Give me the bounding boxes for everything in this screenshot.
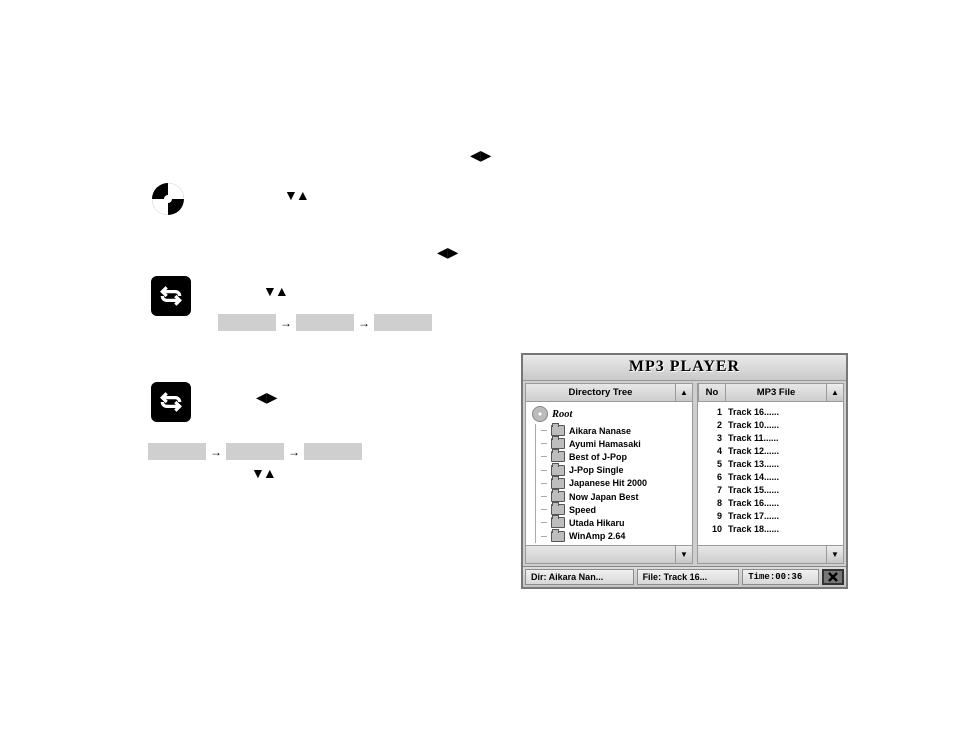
column-file-header: MP3 File bbox=[726, 384, 826, 401]
chip bbox=[374, 314, 432, 331]
track-no: 8 bbox=[700, 498, 728, 508]
folder-icon bbox=[551, 438, 565, 449]
track-row[interactable]: 1Track 16...... bbox=[700, 405, 839, 418]
track-no: 7 bbox=[700, 485, 728, 495]
folder-icon bbox=[551, 531, 565, 542]
track-name: Track 18...... bbox=[728, 524, 839, 534]
tree-item-label: Speed bbox=[569, 505, 596, 515]
status-file: File: Track 16... bbox=[637, 569, 740, 585]
track-no: 10 bbox=[700, 524, 728, 534]
track-no: 2 bbox=[700, 420, 728, 430]
track-no: 4 bbox=[700, 446, 728, 456]
folder-icon bbox=[551, 517, 565, 528]
scroll-down-button[interactable]: ▼ bbox=[826, 546, 843, 563]
tree-root-label: Root bbox=[552, 409, 572, 420]
track-row[interactable]: 3Track 11...... bbox=[700, 431, 839, 444]
down-up-glyph: ▼▲ bbox=[263, 283, 287, 299]
sequence-chips: → → bbox=[148, 443, 362, 460]
track-name: Track 15...... bbox=[728, 485, 839, 495]
tree-item[interactable]: J-Pop Single bbox=[542, 464, 690, 477]
tree-item[interactable]: Japanese Hit 2000 bbox=[542, 477, 690, 490]
tree-root[interactable]: Root bbox=[532, 406, 690, 422]
tree-item[interactable]: Best of J-Pop bbox=[542, 450, 690, 463]
arrow-right-icon: → bbox=[288, 445, 300, 459]
cd-root-icon bbox=[532, 406, 548, 422]
tree-item-label: Japanese Hit 2000 bbox=[569, 478, 647, 488]
scroll-up-button[interactable]: ▲ bbox=[826, 384, 843, 401]
left-right-glyph: ◀ ▶ bbox=[437, 244, 456, 261]
track-row[interactable]: 10Track 18...... bbox=[700, 522, 839, 535]
track-row[interactable]: 7Track 15...... bbox=[700, 483, 839, 496]
chip bbox=[226, 443, 284, 460]
tree-item-label: WinAmp 2.64 bbox=[569, 531, 625, 541]
track-name: Track 14...... bbox=[728, 472, 839, 482]
track-name: Track 10...... bbox=[728, 420, 839, 430]
left-right-glyph: ◀ ▶ bbox=[256, 389, 275, 406]
tree-item-label: Utada Hikaru bbox=[569, 518, 625, 528]
directory-tree-header: Directory Tree bbox=[526, 384, 675, 401]
tree-item-label: J-Pop Single bbox=[569, 465, 624, 475]
tree-item[interactable]: Now Japan Best bbox=[542, 490, 690, 503]
scroll-down-button[interactable]: ▼ bbox=[675, 546, 692, 563]
folder-icon bbox=[551, 504, 565, 515]
directory-tree-body[interactable]: Root Aikara Nanase Ayumi Hamasaki Best of … bbox=[526, 402, 692, 545]
track-name: Track 12...... bbox=[728, 446, 839, 456]
repeat-all-icon bbox=[151, 276, 191, 316]
track-no: 9 bbox=[700, 511, 728, 521]
track-row[interactable]: 6Track 14...... bbox=[700, 470, 839, 483]
folder-icon bbox=[551, 465, 565, 476]
tree-item-label: Ayumi Hamasaki bbox=[569, 439, 641, 449]
track-row[interactable]: 9Track 17...... bbox=[700, 509, 839, 522]
left-right-glyph: ◀ ▶ bbox=[470, 147, 489, 164]
status-bar: Dir: Aikara Nan... File: Track 16... Tim… bbox=[523, 566, 846, 587]
tree-item[interactable]: Ayumi Hamasaki bbox=[542, 437, 690, 450]
tree-item[interactable]: Utada Hikaru bbox=[542, 516, 690, 529]
tree-item-label: Now Japan Best bbox=[569, 492, 639, 502]
arrow-right-icon: → bbox=[280, 316, 292, 330]
directory-tree-pane: Directory Tree ▲ Root Aikara Nanase Ayumi… bbox=[525, 383, 693, 564]
track-no: 3 bbox=[700, 433, 728, 443]
close-button[interactable] bbox=[822, 569, 844, 585]
mp3-player-window: MP3 PLAYER Directory Tree ▲ Root Aikara … bbox=[521, 353, 848, 589]
track-no: 5 bbox=[700, 459, 728, 469]
track-list-pane: No MP3 File ▲ 1Track 16......2Track 10..… bbox=[697, 383, 844, 564]
status-time: Time:00:36 bbox=[742, 569, 819, 585]
track-name: Track 17...... bbox=[728, 511, 839, 521]
track-name: Track 16...... bbox=[728, 498, 839, 508]
track-list-body[interactable]: 1Track 16......2Track 10......3Track 11.… bbox=[698, 402, 843, 545]
chip bbox=[304, 443, 362, 460]
track-no: 6 bbox=[700, 472, 728, 482]
chip bbox=[296, 314, 354, 331]
scroll-up-button[interactable]: ▲ bbox=[675, 384, 692, 401]
down-up-glyph: ▼▲ bbox=[251, 465, 275, 481]
track-no: 1 bbox=[700, 407, 728, 417]
folder-icon bbox=[551, 451, 565, 462]
tree-item-label: Aikara Nanase bbox=[569, 426, 631, 436]
status-dir: Dir: Aikara Nan... bbox=[525, 569, 634, 585]
window-title: MP3 PLAYER bbox=[523, 355, 846, 381]
sequence-chips: → → bbox=[218, 314, 432, 331]
track-name: Track 16...... bbox=[728, 407, 839, 417]
repeat-one-icon bbox=[151, 382, 191, 422]
track-name: Track 13...... bbox=[728, 459, 839, 469]
chip bbox=[148, 443, 206, 460]
tree-item[interactable]: Speed bbox=[542, 503, 690, 516]
track-row[interactable]: 5Track 13...... bbox=[700, 457, 839, 470]
arrow-right-icon: → bbox=[358, 316, 370, 330]
tree-item-label: Best of J-Pop bbox=[569, 452, 627, 462]
track-row[interactable]: 2Track 10...... bbox=[700, 418, 839, 431]
folder-icon bbox=[551, 478, 565, 489]
folder-icon bbox=[551, 425, 565, 436]
chip bbox=[218, 314, 276, 331]
tree-item[interactable]: Aikara Nanase bbox=[542, 424, 690, 437]
track-name: Track 11...... bbox=[728, 433, 839, 443]
column-no-header: No bbox=[698, 384, 726, 401]
tree-item[interactable]: WinAmp 2.64 bbox=[542, 530, 690, 543]
track-row[interactable]: 4Track 12...... bbox=[700, 444, 839, 457]
arrow-right-icon: → bbox=[210, 445, 222, 459]
down-up-glyph: ▼▲ bbox=[284, 187, 308, 203]
cd-icon bbox=[150, 181, 186, 217]
folder-icon bbox=[551, 491, 565, 502]
track-row[interactable]: 8Track 16...... bbox=[700, 496, 839, 509]
